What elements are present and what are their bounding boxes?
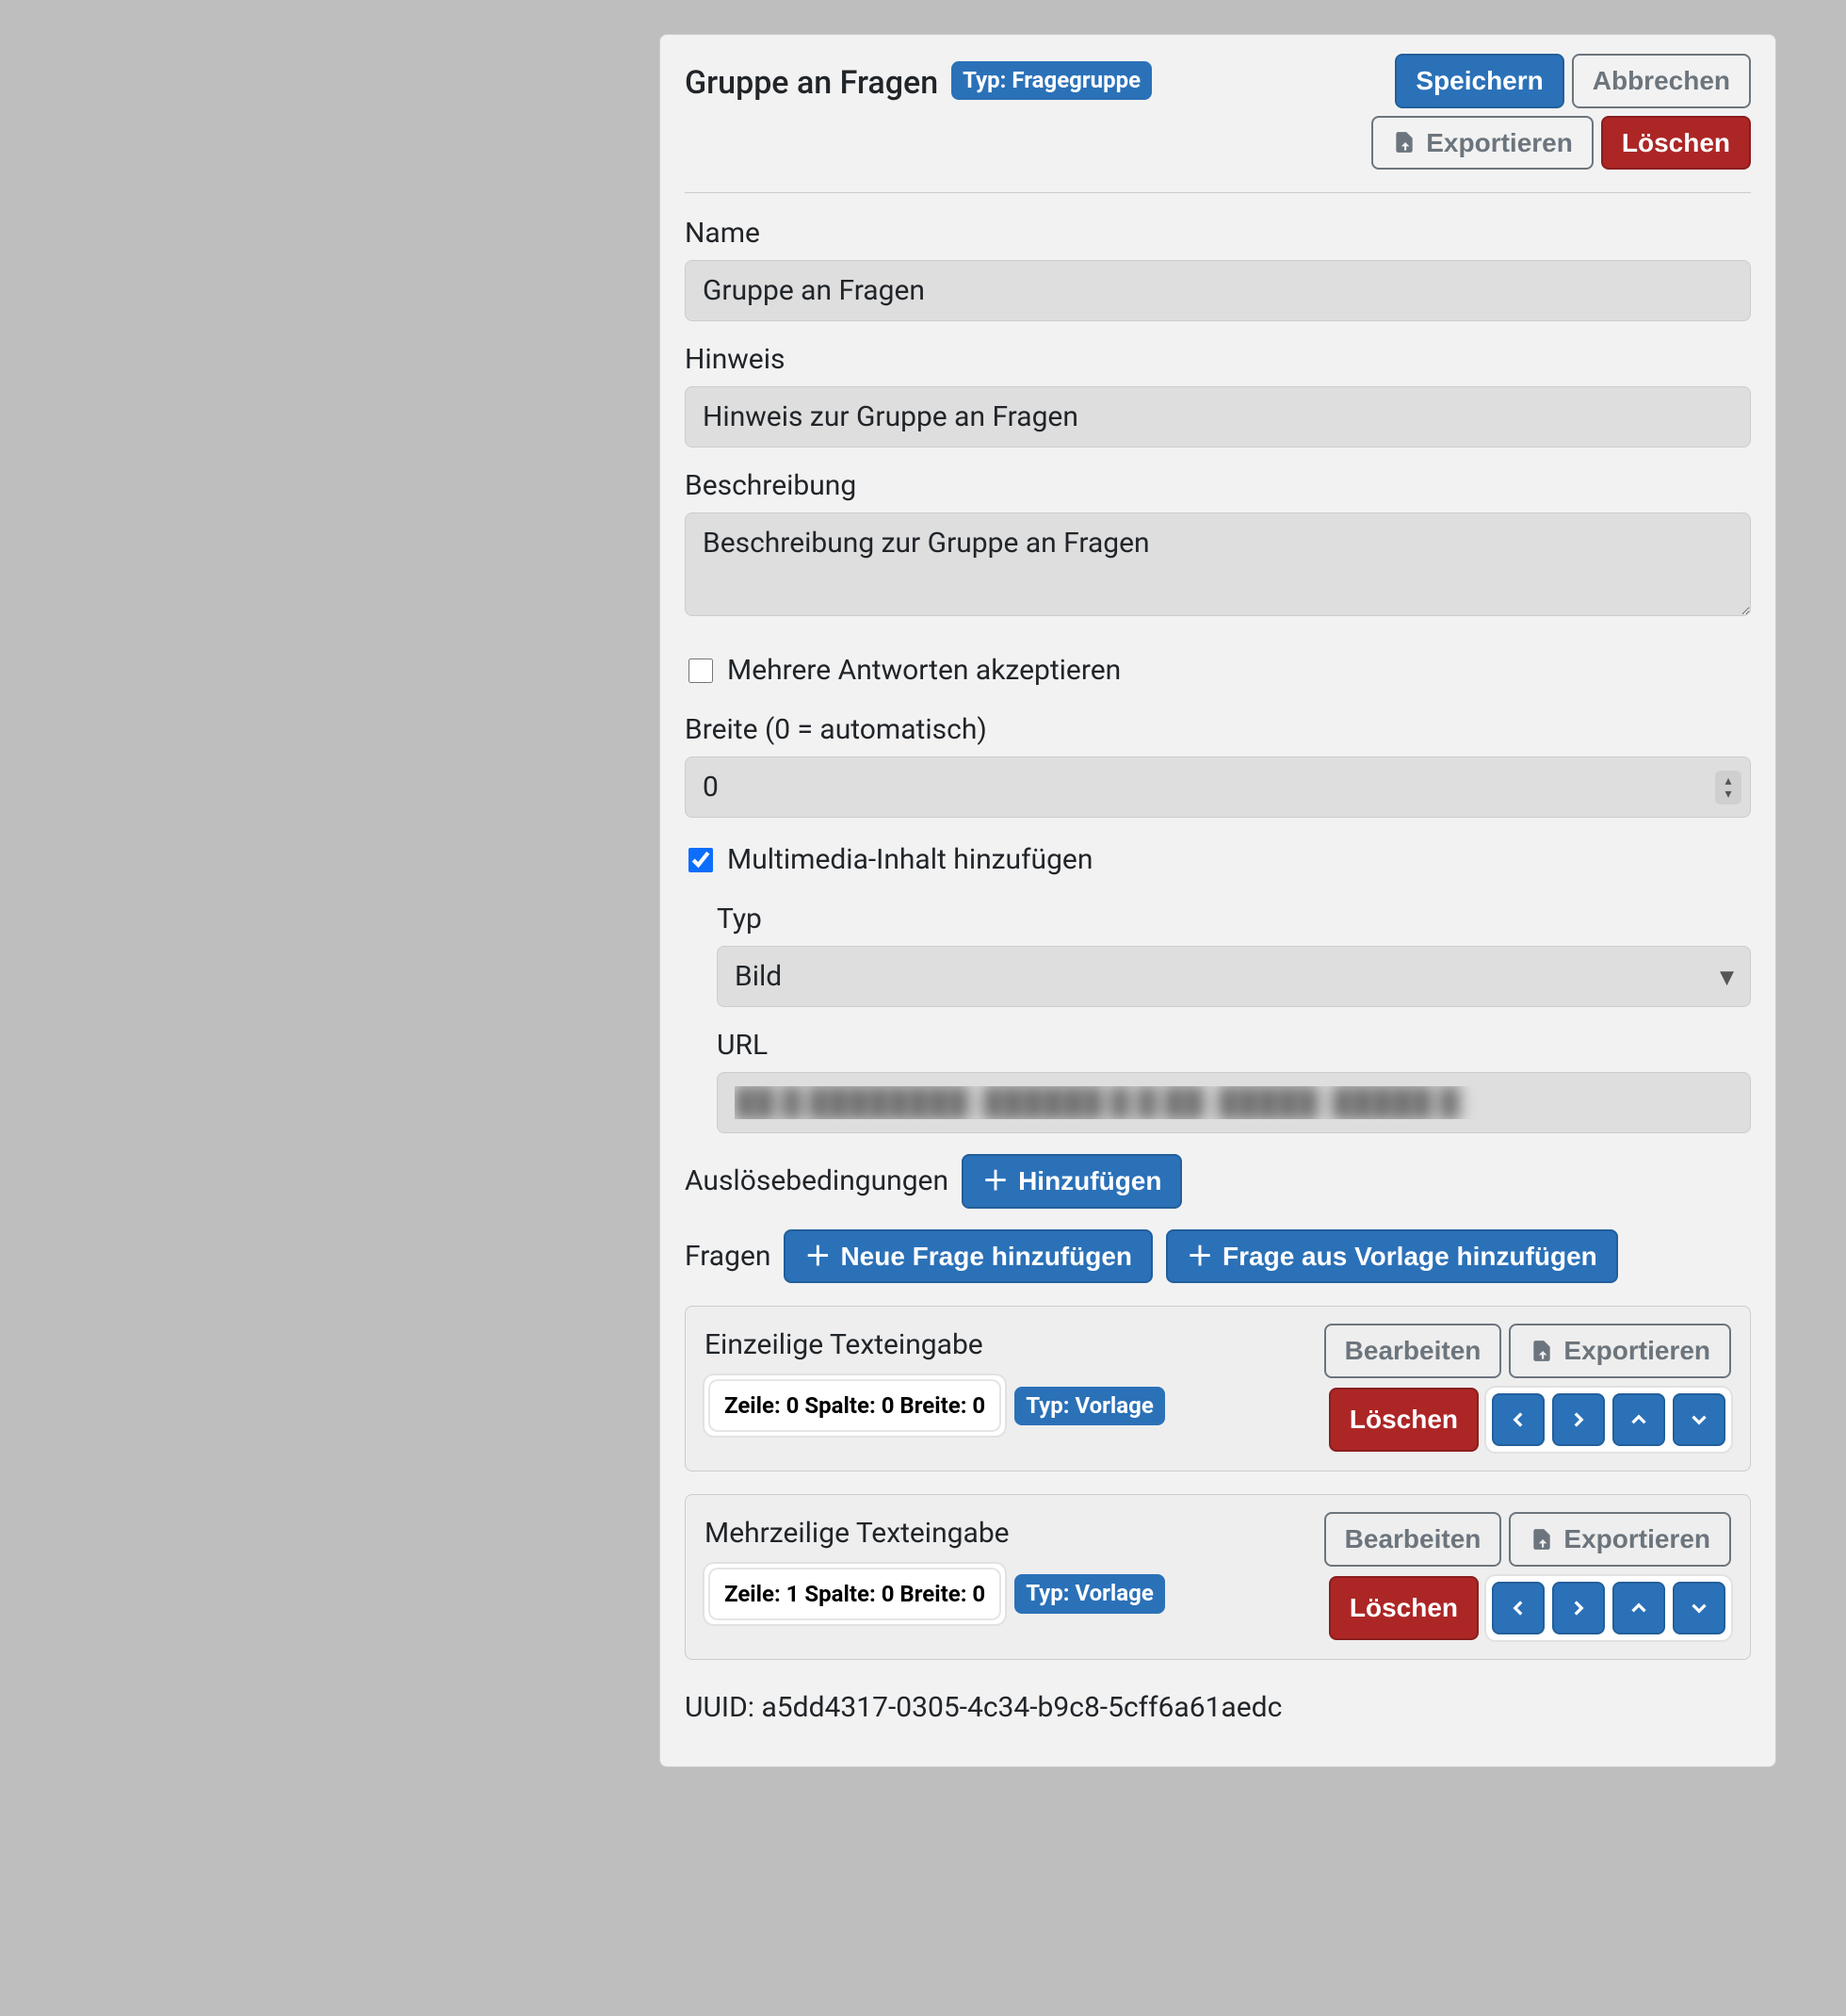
accept-multiple-label: Mehrere Antworten akzeptieren — [727, 649, 1121, 691]
export-button-label: Exportieren — [1426, 127, 1573, 159]
chevron-down-icon — [1687, 1596, 1711, 1620]
type-badge: Typ: Fragegruppe — [951, 61, 1152, 100]
uuid-label: UUID: — [685, 1691, 754, 1724]
chevron-down-icon: ▾ — [1725, 788, 1731, 801]
chevron-left-icon — [1506, 1407, 1530, 1432]
name-label: Name — [685, 212, 1751, 254]
page-title: Gruppe an Fragen — [685, 59, 938, 107]
move-controls — [1486, 1576, 1731, 1640]
uuid-value: a5dd4317-0305-4c34-b9c8-5cff6a61aedc — [761, 1691, 1282, 1724]
media-type-label: Typ — [717, 898, 1751, 940]
move-down-button[interactable] — [1673, 1582, 1725, 1634]
triggers-label: Auslösebedingungen — [685, 1160, 948, 1202]
accept-multiple-checkbox[interactable] — [688, 658, 713, 683]
type-badge: Typ: Vorlage — [1014, 1574, 1165, 1613]
question-title: Mehrzeilige Texteingabe — [704, 1512, 1010, 1554]
width-input[interactable] — [685, 756, 1751, 818]
delete-question-button[interactable]: Löschen — [1329, 1576, 1479, 1640]
hint-label: Hinweis — [685, 338, 1751, 381]
group-editor-panel: Gruppe an Fragen Typ: Fragegruppe Speich… — [659, 34, 1776, 1767]
panel-header: Gruppe an Fragen Typ: Fragegruppe Speich… — [685, 54, 1751, 170]
export-question-button[interactable]: Exportieren — [1509, 1512, 1731, 1567]
plus-icon: ＋ — [1187, 1241, 1213, 1273]
type-badge: Typ: Vorlage — [1014, 1387, 1165, 1425]
media-type-select[interactable]: Bild — [717, 946, 1751, 1007]
add-question-template-label: Frage aus Vorlage hinzufügen — [1223, 1241, 1597, 1273]
name-input[interactable] — [685, 260, 1751, 321]
export-icon — [1530, 1339, 1554, 1363]
header-actions: Speichern Abbrechen Exportieren Löschen — [1365, 54, 1751, 170]
add-trigger-label: Hinzufügen — [1018, 1165, 1161, 1197]
add-question-template-button[interactable]: ＋ Frage aus Vorlage hinzufügen — [1166, 1229, 1618, 1284]
question-card: Mehrzeilige Texteingabe Zeile: 1 Spalte:… — [685, 1494, 1751, 1660]
uuid-line: UUID: a5dd4317-0305-4c34-b9c8-5cff6a61ae… — [685, 1686, 1751, 1729]
move-controls — [1486, 1388, 1731, 1452]
media-url-input[interactable] — [717, 1072, 1751, 1133]
description-label: Beschreibung — [685, 464, 1751, 507]
move-up-button[interactable] — [1612, 1582, 1665, 1634]
width-label: Breite (0 = automatisch) — [685, 708, 1751, 751]
question-title: Einzeilige Texteingabe — [704, 1324, 983, 1366]
separator — [685, 192, 1751, 193]
delete-question-button[interactable]: Löschen — [1329, 1388, 1479, 1452]
hint-input[interactable] — [685, 386, 1751, 447]
questions-label: Fragen — [685, 1235, 770, 1277]
position-badge: Zeile: 0 Spalte: 0 Breite: 0 — [710, 1381, 999, 1430]
plus-icon: ＋ — [982, 1165, 1009, 1197]
move-left-button[interactable] — [1492, 1582, 1545, 1634]
chevron-up-icon — [1627, 1407, 1651, 1432]
add-question-label: Neue Frage hinzufügen — [840, 1241, 1132, 1273]
position-badge: Zeile: 1 Spalte: 0 Breite: 0 — [710, 1569, 999, 1618]
chevron-left-icon — [1506, 1596, 1530, 1620]
save-button[interactable]: Speichern — [1395, 54, 1563, 108]
add-multimedia-label: Multimedia-Inhalt hinzufügen — [727, 838, 1093, 881]
chevron-up-icon: ▴ — [1725, 774, 1731, 788]
description-input[interactable] — [685, 512, 1751, 616]
add-trigger-button[interactable]: ＋ Hinzufügen — [962, 1154, 1182, 1209]
edit-question-button[interactable]: Bearbeiten — [1324, 1512, 1502, 1567]
chevron-right-icon — [1566, 1407, 1591, 1432]
move-right-button[interactable] — [1552, 1582, 1605, 1634]
add-multimedia-checkbox[interactable] — [688, 848, 713, 872]
edit-question-button[interactable]: Bearbeiten — [1324, 1324, 1502, 1378]
media-url-label: URL — [717, 1024, 1751, 1066]
width-stepper[interactable]: ▴ ▾ — [1715, 771, 1741, 805]
export-button[interactable]: Exportieren — [1371, 116, 1594, 171]
plus-icon: ＋ — [804, 1241, 831, 1273]
move-down-button[interactable] — [1673, 1393, 1725, 1446]
chevron-down-icon — [1687, 1407, 1711, 1432]
export-icon — [1530, 1527, 1554, 1552]
chevron-up-icon — [1627, 1596, 1651, 1620]
add-question-button[interactable]: ＋ Neue Frage hinzufügen — [784, 1229, 1153, 1284]
export-question-label: Exportieren — [1563, 1523, 1710, 1555]
delete-button[interactable]: Löschen — [1601, 116, 1751, 171]
export-question-button[interactable]: Exportieren — [1509, 1324, 1731, 1378]
move-left-button[interactable] — [1492, 1393, 1545, 1446]
move-up-button[interactable] — [1612, 1393, 1665, 1446]
chevron-right-icon — [1566, 1596, 1591, 1620]
cancel-button[interactable]: Abbrechen — [1572, 54, 1751, 108]
export-question-label: Exportieren — [1563, 1335, 1710, 1367]
export-icon — [1392, 130, 1417, 154]
move-right-button[interactable] — [1552, 1393, 1605, 1446]
question-card: Einzeilige Texteingabe Zeile: 0 Spalte: … — [685, 1306, 1751, 1471]
